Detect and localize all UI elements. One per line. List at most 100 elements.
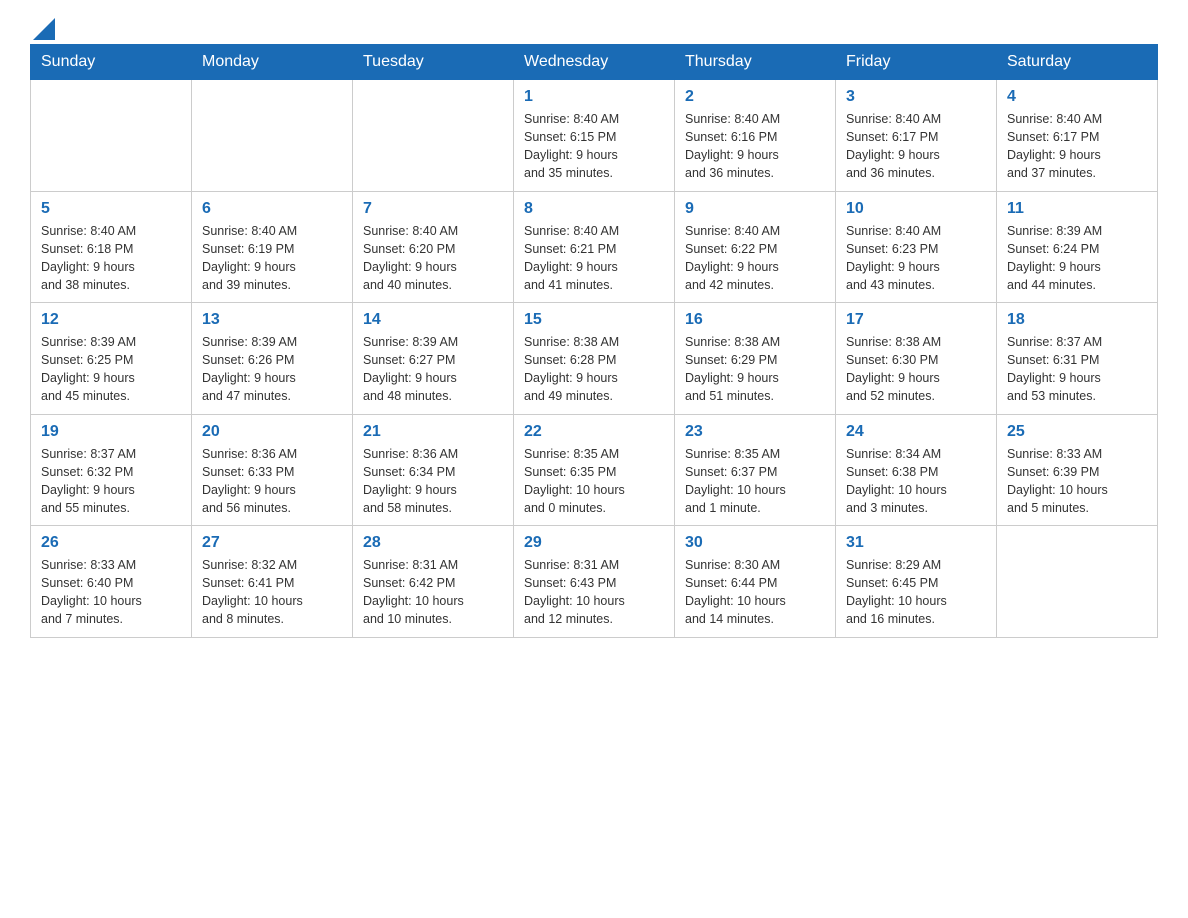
- day-info: Sunrise: 8:39 AM Sunset: 6:27 PM Dayligh…: [363, 333, 503, 406]
- calendar-table: SundayMondayTuesdayWednesdayThursdayFrid…: [30, 44, 1158, 638]
- weekday-header-thursday: Thursday: [675, 45, 836, 80]
- day-number: 8: [524, 200, 664, 218]
- calendar-cell: 13 Sunrise: 8:39 AM Sunset: 6:26 PM Dayli…: [192, 303, 353, 415]
- day-info: Sunrise: 8:40 AM Sunset: 6:17 PM Dayligh…: [846, 110, 986, 183]
- day-number: 13: [202, 311, 342, 329]
- calendar-cell: 29 Sunrise: 8:31 AM Sunset: 6:43 PM Dayli…: [514, 526, 675, 638]
- day-number: 28: [363, 534, 503, 552]
- calendar-week-row: 1 Sunrise: 8:40 AM Sunset: 6:15 PM Daylig…: [31, 80, 1158, 192]
- day-info: Sunrise: 8:29 AM Sunset: 6:45 PM Dayligh…: [846, 556, 986, 629]
- calendar-cell: 30 Sunrise: 8:30 AM Sunset: 6:44 PM Dayli…: [675, 526, 836, 638]
- day-number: 31: [846, 534, 986, 552]
- calendar-cell: 11Sunrise: 8:39 AM Sunset: 6:24 PM Dayli…: [997, 191, 1158, 303]
- day-info: Sunrise: 8:40 AM Sunset: 6:21 PM Dayligh…: [524, 222, 664, 295]
- day-info: Sunrise: 8:36 AM Sunset: 6:33 PM Dayligh…: [202, 445, 342, 518]
- day-number: 2: [685, 88, 825, 106]
- day-number: 5: [41, 200, 181, 218]
- calendar-cell: 5 Sunrise: 8:40 AM Sunset: 6:18 PM Daylig…: [31, 191, 192, 303]
- day-number: 9: [685, 200, 825, 218]
- day-number: 11: [1007, 200, 1147, 218]
- page-header: [30, 20, 1158, 34]
- logo-triangle-icon: [33, 18, 55, 40]
- weekday-header-sunday: Sunday: [31, 45, 192, 80]
- calendar-week-row: 5 Sunrise: 8:40 AM Sunset: 6:18 PM Daylig…: [31, 191, 1158, 303]
- day-info: Sunrise: 8:40 AM Sunset: 6:15 PM Dayligh…: [524, 110, 664, 183]
- weekday-header-monday: Monday: [192, 45, 353, 80]
- calendar-cell: 21 Sunrise: 8:36 AM Sunset: 6:34 PM Dayli…: [353, 414, 514, 526]
- day-info: Sunrise: 8:38 AM Sunset: 6:29 PM Dayligh…: [685, 333, 825, 406]
- day-info: Sunrise: 8:40 AM Sunset: 6:16 PM Dayligh…: [685, 110, 825, 183]
- day-info: Sunrise: 8:37 AM Sunset: 6:32 PM Dayligh…: [41, 445, 181, 518]
- weekday-header-wednesday: Wednesday: [514, 45, 675, 80]
- day-number: 22: [524, 423, 664, 441]
- calendar-cell: 20 Sunrise: 8:36 AM Sunset: 6:33 PM Dayli…: [192, 414, 353, 526]
- calendar-cell: 8 Sunrise: 8:40 AM Sunset: 6:21 PM Daylig…: [514, 191, 675, 303]
- calendar-cell: 28Sunrise: 8:31 AM Sunset: 6:42 PM Dayli…: [353, 526, 514, 638]
- day-number: 6: [202, 200, 342, 218]
- day-info: Sunrise: 8:31 AM Sunset: 6:43 PM Dayligh…: [524, 556, 664, 629]
- calendar-cell: 31 Sunrise: 8:29 AM Sunset: 6:45 PM Dayli…: [836, 526, 997, 638]
- day-info: Sunrise: 8:39 AM Sunset: 6:26 PM Dayligh…: [202, 333, 342, 406]
- day-number: 25: [1007, 423, 1147, 441]
- day-number: 24: [846, 423, 986, 441]
- calendar-cell: 1 Sunrise: 8:40 AM Sunset: 6:15 PM Daylig…: [514, 80, 675, 192]
- day-info: Sunrise: 8:40 AM Sunset: 6:17 PM Dayligh…: [1007, 110, 1147, 183]
- calendar-cell: 18Sunrise: 8:37 AM Sunset: 6:31 PM Dayli…: [997, 303, 1158, 415]
- day-info: Sunrise: 8:36 AM Sunset: 6:34 PM Dayligh…: [363, 445, 503, 518]
- day-info: Sunrise: 8:34 AM Sunset: 6:38 PM Dayligh…: [846, 445, 986, 518]
- day-number: 14: [363, 311, 503, 329]
- calendar-cell: 22 Sunrise: 8:35 AM Sunset: 6:35 PM Dayli…: [514, 414, 675, 526]
- day-number: 20: [202, 423, 342, 441]
- calendar-cell: 19 Sunrise: 8:37 AM Sunset: 6:32 PM Dayli…: [31, 414, 192, 526]
- day-number: 10: [846, 200, 986, 218]
- calendar-cell: 27 Sunrise: 8:32 AM Sunset: 6:41 PM Dayli…: [192, 526, 353, 638]
- calendar-cell: 17Sunrise: 8:38 AM Sunset: 6:30 PM Dayli…: [836, 303, 997, 415]
- calendar-cell: 14 Sunrise: 8:39 AM Sunset: 6:27 PM Dayli…: [353, 303, 514, 415]
- day-info: Sunrise: 8:35 AM Sunset: 6:35 PM Dayligh…: [524, 445, 664, 518]
- calendar-cell: 4Sunrise: 8:40 AM Sunset: 6:17 PM Daylig…: [997, 80, 1158, 192]
- calendar-week-row: 19 Sunrise: 8:37 AM Sunset: 6:32 PM Dayli…: [31, 414, 1158, 526]
- day-info: Sunrise: 8:30 AM Sunset: 6:44 PM Dayligh…: [685, 556, 825, 629]
- calendar-cell: [997, 526, 1158, 638]
- calendar-cell: 12 Sunrise: 8:39 AM Sunset: 6:25 PM Dayli…: [31, 303, 192, 415]
- day-info: Sunrise: 8:38 AM Sunset: 6:28 PM Dayligh…: [524, 333, 664, 406]
- day-number: 21: [363, 423, 503, 441]
- day-info: Sunrise: 8:40 AM Sunset: 6:23 PM Dayligh…: [846, 222, 986, 295]
- calendar-week-row: 12 Sunrise: 8:39 AM Sunset: 6:25 PM Dayli…: [31, 303, 1158, 415]
- day-info: Sunrise: 8:33 AM Sunset: 6:40 PM Dayligh…: [41, 556, 181, 629]
- day-info: Sunrise: 8:39 AM Sunset: 6:25 PM Dayligh…: [41, 333, 181, 406]
- calendar-cell: 26 Sunrise: 8:33 AM Sunset: 6:40 PM Dayli…: [31, 526, 192, 638]
- day-info: Sunrise: 8:38 AM Sunset: 6:30 PM Dayligh…: [846, 333, 986, 406]
- weekday-header-tuesday: Tuesday: [353, 45, 514, 80]
- logo: [30, 20, 55, 34]
- day-info: Sunrise: 8:40 AM Sunset: 6:22 PM Dayligh…: [685, 222, 825, 295]
- weekday-header-row: SundayMondayTuesdayWednesdayThursdayFrid…: [31, 45, 1158, 80]
- day-number: 18: [1007, 311, 1147, 329]
- day-number: 15: [524, 311, 664, 329]
- day-info: Sunrise: 8:32 AM Sunset: 6:41 PM Dayligh…: [202, 556, 342, 629]
- calendar-cell: 16Sunrise: 8:38 AM Sunset: 6:29 PM Dayli…: [675, 303, 836, 415]
- day-info: Sunrise: 8:33 AM Sunset: 6:39 PM Dayligh…: [1007, 445, 1147, 518]
- day-number: 19: [41, 423, 181, 441]
- calendar-cell: [31, 80, 192, 192]
- calendar-week-row: 26 Sunrise: 8:33 AM Sunset: 6:40 PM Dayli…: [31, 526, 1158, 638]
- day-number: 27: [202, 534, 342, 552]
- calendar-cell: 23 Sunrise: 8:35 AM Sunset: 6:37 PM Dayli…: [675, 414, 836, 526]
- weekday-header-friday: Friday: [836, 45, 997, 80]
- day-number: 29: [524, 534, 664, 552]
- calendar-cell: 3Sunrise: 8:40 AM Sunset: 6:17 PM Daylig…: [836, 80, 997, 192]
- calendar-cell: [353, 80, 514, 192]
- day-number: 1: [524, 88, 664, 106]
- day-number: 30: [685, 534, 825, 552]
- day-info: Sunrise: 8:35 AM Sunset: 6:37 PM Dayligh…: [685, 445, 825, 518]
- day-number: 26: [41, 534, 181, 552]
- calendar-cell: 2 Sunrise: 8:40 AM Sunset: 6:16 PM Daylig…: [675, 80, 836, 192]
- calendar-cell: 15 Sunrise: 8:38 AM Sunset: 6:28 PM Dayli…: [514, 303, 675, 415]
- day-info: Sunrise: 8:40 AM Sunset: 6:18 PM Dayligh…: [41, 222, 181, 295]
- weekday-header-saturday: Saturday: [997, 45, 1158, 80]
- calendar-cell: 7 Sunrise: 8:40 AM Sunset: 6:20 PM Daylig…: [353, 191, 514, 303]
- day-info: Sunrise: 8:40 AM Sunset: 6:20 PM Dayligh…: [363, 222, 503, 295]
- day-number: 7: [363, 200, 503, 218]
- day-number: 23: [685, 423, 825, 441]
- day-number: 12: [41, 311, 181, 329]
